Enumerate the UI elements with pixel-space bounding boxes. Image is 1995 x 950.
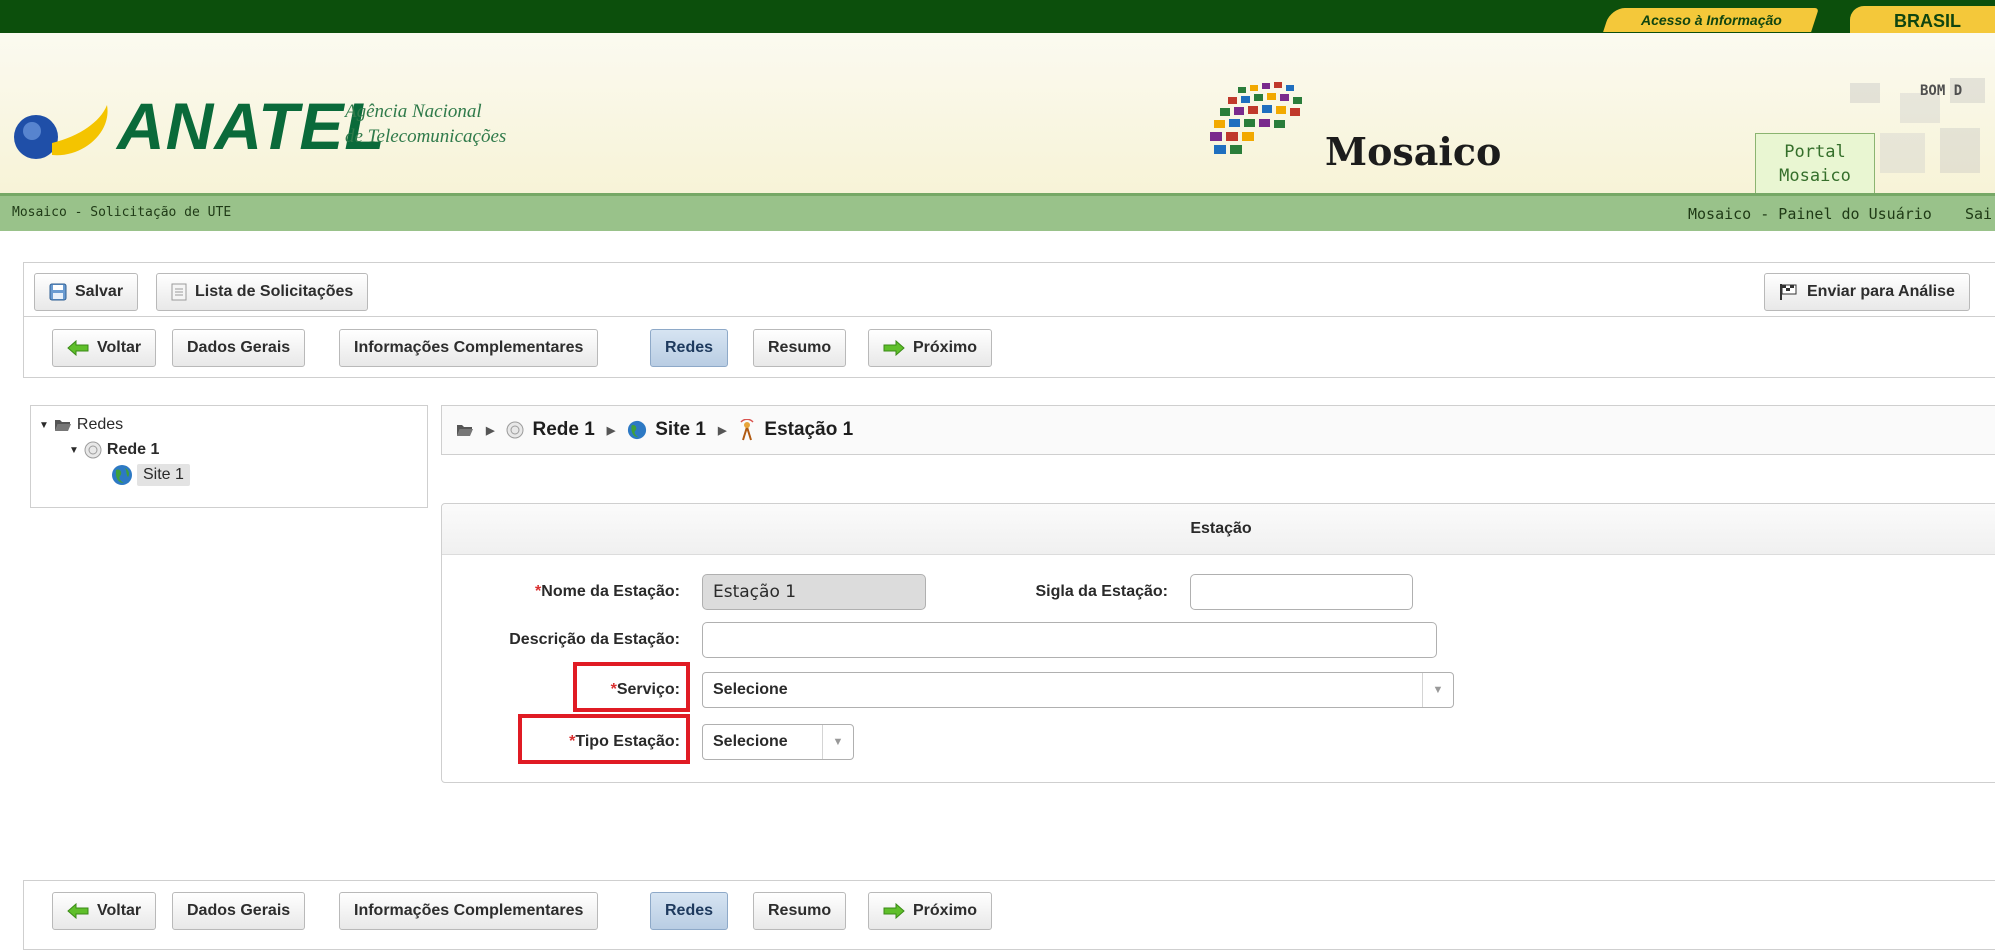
- station-name-label: *Nome da Estação:: [535, 583, 680, 600]
- service-select[interactable]: Selecione ▼: [702, 672, 1454, 708]
- service-label-highlight: [573, 662, 690, 712]
- back-label: Voltar: [97, 902, 142, 919]
- network-icon: [84, 441, 102, 459]
- folder-open-icon: [54, 420, 71, 431]
- station-type-select[interactable]: Selecione ▼: [702, 724, 854, 760]
- requests-list-button[interactable]: Lista de Solicitações: [156, 273, 369, 311]
- path-separator-icon: ▶: [717, 424, 727, 437]
- tree-node-label: Redes: [76, 416, 124, 433]
- antenna-icon: [740, 419, 754, 441]
- globe-icon: [628, 420, 647, 440]
- tree-node-label: Rede 1: [106, 441, 160, 458]
- tab-networks[interactable]: Redes: [650, 329, 729, 367]
- send-analysis-button[interactable]: Enviar para Análise: [1764, 273, 1970, 311]
- description-label: Descrição da Estação:: [509, 631, 680, 648]
- anatel-logo-icon: [14, 105, 108, 159]
- flag-icon: [1780, 284, 1797, 300]
- arrow-right-icon: [883, 340, 905, 356]
- tab-summary[interactable]: Resumo: [753, 329, 847, 367]
- save-button[interactable]: Salvar: [34, 273, 139, 311]
- arrow-left-icon: [67, 340, 89, 356]
- tree-node-network-1[interactable]: ▼ Rede 1: [69, 441, 159, 459]
- path-station-label: Estação 1: [764, 419, 854, 440]
- breadcrumb-bar: Mosaico - Solicitação de UTE Mosaico - P…: [0, 193, 1995, 231]
- network-tree-panel: ▼ Redes ▼ Rede 1 Site 1: [30, 405, 428, 508]
- path-site-link[interactable]: Site 1: [655, 419, 706, 441]
- save-icon: [49, 283, 67, 301]
- station-type-select-value: Selecione: [713, 733, 788, 750]
- breadcrumb: Mosaico - Solicitação de UTE: [12, 205, 232, 220]
- user-panel-link[interactable]: Mosaico - Painel do Usuário: [1688, 205, 1932, 223]
- exit-link[interactable]: Sai: [1965, 205, 1992, 223]
- requests-list-label: Lista de Solicitações: [195, 283, 354, 300]
- portal-mosaico-tab[interactable]: Portal Mosaico: [1755, 133, 1875, 193]
- back-button[interactable]: Voltar: [52, 329, 157, 367]
- chevron-down-icon[interactable]: ▼: [822, 725, 853, 759]
- tab-general-data[interactable]: Dados Gerais: [172, 329, 306, 367]
- station-code-label: Sigla da Estação:: [1035, 583, 1169, 600]
- tab-networks[interactable]: Redes: [650, 892, 729, 930]
- tab-general-data[interactable]: Dados Gerais: [172, 892, 306, 930]
- arrow-left-icon: [67, 903, 89, 919]
- save-button-label: Salvar: [75, 283, 124, 300]
- chevron-down-icon[interactable]: ▼: [1422, 673, 1453, 707]
- expand-arrow-icon[interactable]: ▼: [69, 445, 79, 456]
- wizard-nav-top: Voltar Dados Gerais Informações Compleme…: [23, 316, 1995, 378]
- tree-node-networks[interactable]: ▼ Redes: [39, 416, 123, 434]
- next-button[interactable]: Próximo: [868, 329, 993, 367]
- path-separator-icon: ▶: [606, 424, 616, 437]
- tab-complementary-info[interactable]: Informações Complementares: [339, 892, 599, 930]
- site-header: ANATEL Agência Nacional de Telecomunicaç…: [0, 33, 1995, 193]
- tab-complementary-info[interactable]: Informações Complementares: [339, 329, 599, 367]
- station-path-bar: ▶ Rede 1 ▶ Site 1 ▶ Estação 1: [441, 405, 1995, 455]
- expand-arrow-icon[interactable]: ▼: [39, 420, 49, 431]
- back-label: Voltar: [97, 339, 142, 356]
- toolbar-panel: Salvar Lista de Solicitações Enviar para…: [23, 262, 1995, 322]
- gov-top-bar: Acesso à Informação BRASIL: [0, 0, 1995, 33]
- brasil-gov-link[interactable]: BRASIL: [1850, 6, 1995, 33]
- globe-icon: [112, 465, 132, 485]
- tree-node-site-1[interactable]: Site 1: [111, 464, 190, 486]
- arrow-right-icon: [883, 903, 905, 919]
- folder-open-icon[interactable]: [456, 423, 474, 437]
- greeting-text: BOM D: [1920, 83, 1963, 99]
- anatel-subtitle: Agência Nacional de Telecomunicações: [345, 101, 507, 147]
- station-name-field[interactable]: Estação 1: [702, 574, 926, 610]
- service-select-value: Selecione: [713, 681, 788, 698]
- tree-node-label-selected: Site 1: [137, 464, 190, 486]
- path-network-link[interactable]: Rede 1: [532, 419, 594, 441]
- mosaico-title: Mosaico: [1325, 129, 1502, 174]
- station-code-field[interactable]: [1190, 574, 1413, 610]
- tab-summary[interactable]: Resumo: [753, 892, 847, 930]
- network-icon: [506, 421, 524, 439]
- path-separator-icon: ▶: [486, 424, 495, 437]
- station-type-label-highlight: [518, 714, 690, 764]
- next-button[interactable]: Próximo: [868, 892, 993, 930]
- next-label: Próximo: [913, 339, 978, 356]
- description-field[interactable]: [702, 622, 1437, 658]
- next-label: Próximo: [913, 902, 978, 919]
- station-form-title: Estação: [442, 504, 1995, 555]
- send-analysis-label: Enviar para Análise: [1807, 283, 1955, 300]
- list-icon: [171, 283, 187, 301]
- access-info-link[interactable]: Acesso à Informação: [1603, 8, 1819, 32]
- back-button[interactable]: Voltar: [52, 892, 157, 930]
